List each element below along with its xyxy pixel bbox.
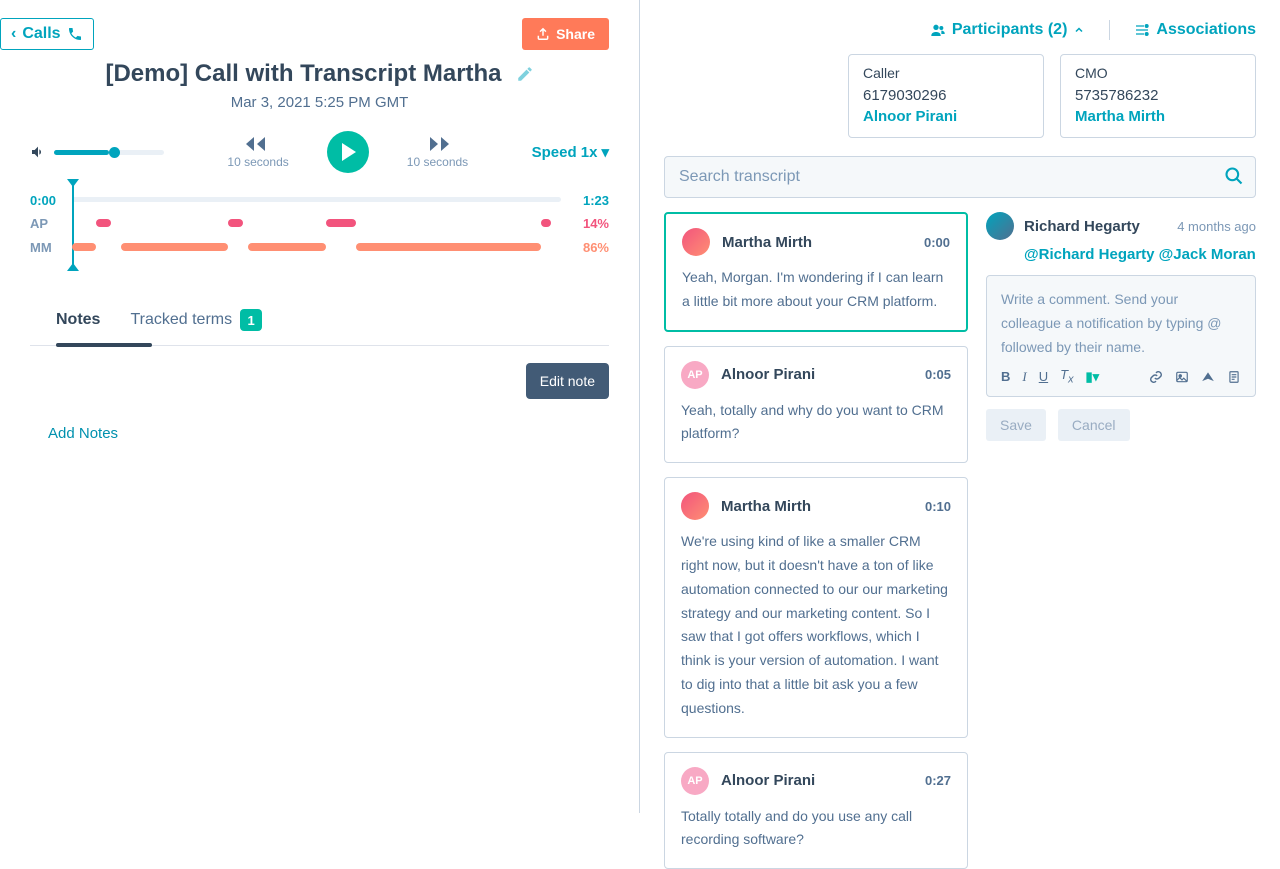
chevron-down-icon: ▾	[601, 143, 609, 161]
transcript-item[interactable]: AP Alnoor Pirani 0:27 Totally totally an…	[664, 752, 968, 869]
participant-card-caller: Caller 6179030296 Alnoor Pirani	[848, 54, 1044, 138]
forward-10-button[interactable]: 10 seconds	[407, 135, 468, 169]
timeline-end: 1:23	[561, 193, 609, 208]
comments-panel: Richard Hegarty 4 months ago @Richard He…	[986, 212, 1256, 869]
timeline-track[interactable]	[72, 191, 561, 209]
participants-toggle[interactable]: Participants (2)	[930, 21, 1086, 39]
associations-icon	[1134, 22, 1150, 38]
comment-item: Richard Hegarty 4 months ago @Richard He…	[986, 212, 1256, 263]
call-title: [Demo] Call with Transcript Martha	[105, 60, 501, 88]
link-icon[interactable]	[1149, 370, 1163, 384]
share-button[interactable]: Share	[522, 18, 609, 50]
speaker-name: Martha Mirth	[722, 234, 812, 251]
chevron-up-icon	[1073, 24, 1085, 36]
speaker-name: Alnoor Pirani	[721, 366, 815, 383]
rewind-label: 10 seconds	[227, 155, 288, 169]
play-icon	[342, 143, 356, 161]
speaker-ap-bar	[72, 219, 561, 227]
speaker-mm-pct: 86%	[561, 240, 609, 255]
underline-icon[interactable]: U	[1039, 369, 1048, 384]
comment-body: @Richard Hegarty @Jack Moran	[1024, 246, 1256, 263]
tracked-terms-label: Tracked terms	[130, 311, 232, 329]
transcript-text: Yeah, Morgan. I'm wondering if I can lea…	[682, 266, 950, 314]
associations-link[interactable]: Associations	[1134, 21, 1256, 39]
transcript-item[interactable]: Martha Mirth 0:10 We're using kind of li…	[664, 477, 968, 737]
edit-title-icon[interactable]	[516, 65, 534, 83]
save-comment-button[interactable]: Save	[986, 409, 1046, 441]
transcript-item[interactable]: AP Alnoor Pirani 0:05 Yeah, totally and …	[664, 346, 968, 464]
italic-icon[interactable]: I	[1022, 369, 1026, 385]
avatar: AP	[681, 767, 709, 795]
transcript-text: Totally totally and do you use any call …	[681, 805, 951, 853]
chevron-left-icon: ‹	[11, 25, 16, 43]
speed-label: Speed 1x	[532, 144, 598, 161]
timeline: 0:00 1:23 AP 14% MM	[0, 191, 639, 259]
image-icon[interactable]	[1175, 370, 1189, 384]
participant-role: Caller	[863, 65, 1029, 81]
comment-age: 4 months ago	[1177, 219, 1256, 234]
participant-name-link[interactable]: Alnoor Pirani	[863, 108, 1029, 125]
volume-control[interactable]	[30, 144, 164, 160]
speaker-mm-bar	[72, 243, 561, 251]
comment-author: Richard Hegarty	[1024, 218, 1140, 235]
timeline-start: 0:00	[30, 193, 72, 208]
play-button[interactable]	[327, 131, 369, 173]
transcript-item[interactable]: Martha Mirth 0:00 Yeah, Morgan. I'm wond…	[664, 212, 968, 332]
forward-label: 10 seconds	[407, 155, 468, 169]
divider	[1109, 20, 1110, 40]
tracked-terms-badge: 1	[240, 309, 262, 331]
left-panel: ‹ Calls Share [Demo] Call with Transcrip…	[0, 0, 640, 813]
back-calls-button[interactable]: ‹ Calls	[0, 18, 94, 50]
forward-icon	[425, 135, 449, 153]
transcript-text: We're using kind of like a smaller CRM r…	[681, 530, 951, 720]
clear-format-icon[interactable]: Tx	[1060, 367, 1073, 386]
speaker-ap-pct: 14%	[561, 216, 609, 231]
tab-tracked-terms[interactable]: Tracked terms 1	[130, 299, 262, 345]
transcript-list: Martha Mirth 0:00 Yeah, Morgan. I'm wond…	[664, 212, 968, 869]
bold-icon[interactable]: B	[1001, 369, 1010, 384]
transcript-text: Yeah, totally and why do you want to CRM…	[681, 399, 951, 447]
participant-number: 6179030296	[863, 87, 1029, 104]
avatar	[682, 228, 710, 256]
avatar	[986, 212, 1014, 240]
timestamp: 0:27	[925, 773, 951, 788]
timestamp: 0:00	[924, 235, 950, 250]
cancel-comment-button[interactable]: Cancel	[1058, 409, 1130, 441]
document-icon[interactable]	[1227, 370, 1241, 384]
avatar: AP	[681, 361, 709, 389]
speaker-name: Alnoor Pirani	[721, 772, 815, 789]
speaker-mm-label: MM	[30, 240, 72, 255]
speaker-name: Martha Mirth	[721, 498, 811, 515]
participant-role: CMO	[1075, 65, 1241, 81]
highlight-icon[interactable]: ▮▾	[1086, 369, 1100, 385]
back-label: Calls	[22, 25, 60, 43]
timestamp: 0:10	[925, 499, 951, 514]
participants-icon	[930, 22, 946, 38]
speed-selector[interactable]: Speed 1x ▾	[532, 143, 609, 161]
tab-notes[interactable]: Notes	[56, 299, 100, 345]
rewind-icon	[246, 135, 270, 153]
call-date: Mar 3, 2021 5:25 PM GMT	[0, 94, 639, 111]
search-icon[interactable]	[1224, 166, 1244, 186]
share-label: Share	[556, 26, 595, 42]
phone-icon	[67, 26, 83, 42]
edit-note-button[interactable]: Edit note	[526, 363, 609, 399]
comment-composer[interactable]: Write a comment. Send your colleague a n…	[986, 275, 1256, 397]
snippet-icon[interactable]	[1201, 370, 1215, 384]
participants-label: Participants (2)	[952, 21, 1068, 39]
right-panel: Participants (2) Associations Caller 617…	[640, 0, 1280, 813]
associations-label: Associations	[1156, 21, 1256, 39]
timestamp: 0:05	[925, 367, 951, 382]
participant-name-link[interactable]: Martha Mirth	[1075, 108, 1241, 125]
volume-icon	[30, 144, 46, 160]
search-transcript-input[interactable]	[664, 156, 1256, 198]
composer-placeholder[interactable]: Write a comment. Send your colleague a n…	[1001, 288, 1241, 359]
participant-card-cmo: CMO 5735786232 Martha Mirth	[1060, 54, 1256, 138]
speaker-ap-label: AP	[30, 216, 72, 231]
add-notes-link[interactable]: Add Notes	[30, 399, 609, 442]
rewind-10-button[interactable]: 10 seconds	[227, 135, 288, 169]
avatar	[681, 492, 709, 520]
participant-number: 5735786232	[1075, 87, 1241, 104]
share-icon	[536, 27, 550, 41]
